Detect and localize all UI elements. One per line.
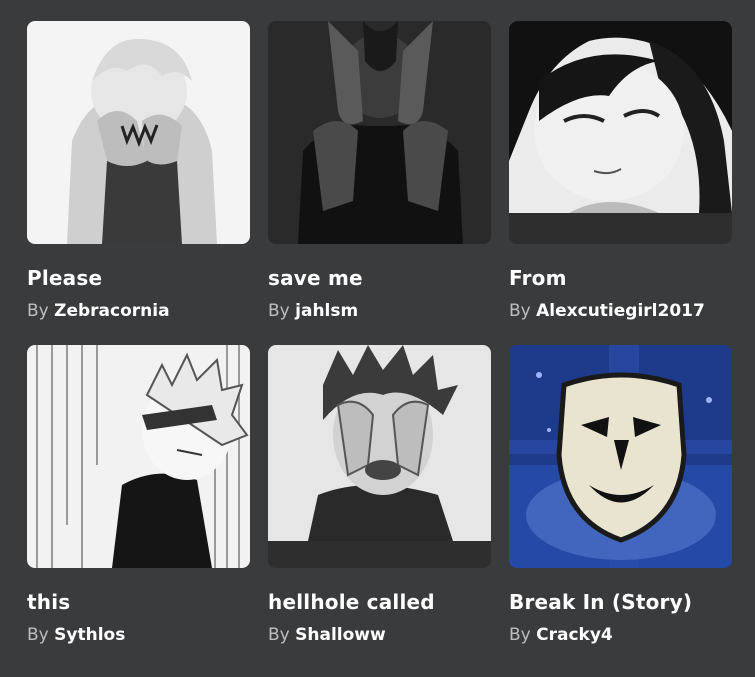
by-label: By (27, 301, 49, 321)
creator-line: By Alexcutiegirl2017 (509, 301, 732, 321)
creator-line: By Sythlos (27, 625, 250, 645)
game-title[interactable]: hellhole called (268, 590, 491, 614)
game-card[interactable]: save me By jahlsm (268, 21, 491, 321)
by-label: By (509, 625, 531, 645)
game-title[interactable]: this (27, 590, 250, 614)
game-card[interactable]: Break In (Story) By Cracky4 (509, 345, 732, 645)
creator-name[interactable]: jahlsm (295, 301, 358, 321)
sad-girl-manga-icon[interactable] (509, 21, 732, 244)
creator-line: By jahlsm (268, 301, 491, 321)
white-mask-icon[interactable] (509, 345, 732, 568)
creator-line: By Zebracornia (27, 301, 250, 321)
creator-name[interactable]: Zebracornia (54, 301, 169, 321)
creator-line: By Shalloww (268, 625, 491, 645)
game-card[interactable]: hellhole called By Shalloww (268, 345, 491, 645)
game-card[interactable]: From By Alexcutiegirl2017 (509, 21, 732, 321)
by-label: By (268, 301, 290, 321)
crying-boy-hands-hair-icon[interactable] (268, 345, 491, 568)
hands-on-head-dark-icon[interactable] (268, 21, 491, 244)
by-label: By (509, 301, 531, 321)
by-label: By (268, 625, 290, 645)
by-label: By (27, 625, 49, 645)
anime-boy-hands-on-face-icon[interactable] (27, 21, 250, 244)
game-title[interactable]: save me (268, 266, 491, 290)
game-card[interactable]: this By Sythlos (27, 345, 250, 645)
game-title[interactable]: Break In (Story) (509, 590, 732, 614)
game-title[interactable]: From (509, 266, 732, 290)
creator-name[interactable]: Alexcutiegirl2017 (536, 301, 705, 321)
creator-name[interactable]: Cracky4 (536, 625, 613, 645)
manga-boy-rain-icon[interactable] (27, 345, 250, 568)
creator-name[interactable]: Sythlos (54, 625, 125, 645)
game-card[interactable]: Please By Zebracornia (27, 21, 250, 321)
creator-line: By Cracky4 (509, 625, 732, 645)
creator-name[interactable]: Shalloww (295, 625, 386, 645)
game-grid: Please By Zebracornia save me By jahlsm (0, 0, 755, 677)
game-title[interactable]: Please (27, 266, 250, 290)
